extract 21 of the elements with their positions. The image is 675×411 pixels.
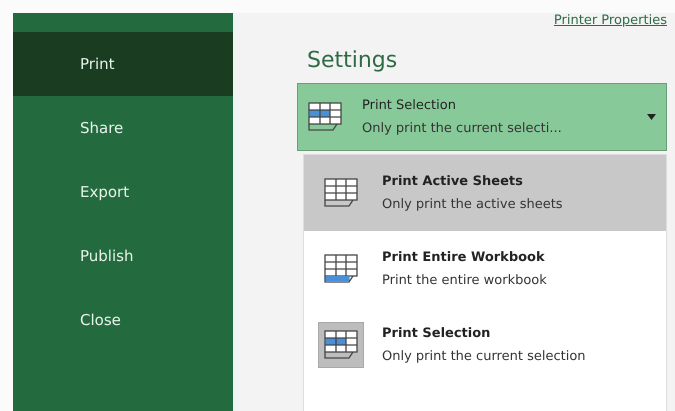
spreadsheet-icon [324, 254, 358, 284]
option-description: Only print the active sheets [382, 197, 564, 212]
option-title: Print Selection [382, 326, 492, 341]
nav-item[interactable]: Share [13, 96, 233, 160]
printer-properties-link[interactable]: Printer Properties [554, 13, 667, 28]
print-range-dropdown[interactable]: Print Selection Only print the current selecti... [297, 83, 667, 151]
option-description: Print the entire workbook [382, 273, 548, 288]
option-description: Only print the current selection [382, 349, 587, 364]
section-title: Settings [307, 48, 398, 73]
option-title: Print Entire Workbook [382, 250, 546, 265]
option-title: Print Active Sheets [382, 174, 524, 189]
nav-item[interactable]: Export [13, 160, 233, 224]
spreadsheet-icon [308, 102, 342, 132]
nav-item[interactable]: Print [13, 32, 233, 96]
dropdown-description: Only print the current selecti... [362, 121, 563, 136]
spreadsheet-icon [324, 330, 358, 360]
nav-item[interactable]: Close [13, 288, 233, 352]
nav-item[interactable]: Publish [13, 224, 233, 288]
spreadsheet-icon [324, 178, 358, 208]
menu-option[interactable]: Print Active Sheets Only print the active sheets [304, 155, 666, 231]
dropdown-title: Print Selection [362, 98, 457, 113]
